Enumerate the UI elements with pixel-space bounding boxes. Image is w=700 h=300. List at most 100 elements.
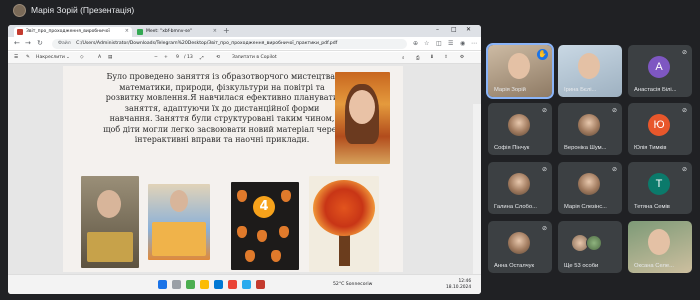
raised-hand-icon: ✋: [537, 49, 548, 60]
avatar: [508, 173, 530, 195]
page-text: Було проведено заняття із образотворчого…: [103, 72, 341, 144]
participant-name: Галина Слобо...: [494, 204, 537, 210]
forward-icon[interactable]: →: [25, 39, 31, 47]
split-icon[interactable]: ◫: [436, 40, 442, 47]
participant-name: Анастасія Білі...: [634, 87, 677, 93]
portrait-photo: [335, 72, 390, 164]
app-icon[interactable]: [256, 280, 265, 289]
draw-button[interactable]: Накреслити: [36, 55, 65, 60]
start-icon[interactable]: [158, 280, 167, 289]
chrome-icon[interactable]: [228, 280, 237, 289]
avatar: Ю: [648, 114, 670, 136]
favorites-icon[interactable]: ☰: [448, 40, 453, 47]
copilot-button[interactable]: Запитати в Copilot: [232, 55, 277, 60]
save-icon[interactable]: ⬇: [430, 55, 434, 60]
participant-tile[interactable]: ⊘ Софія Пінчук: [488, 103, 552, 155]
participant-name: Марія Зорій: [494, 87, 526, 93]
zoom-out-icon[interactable]: −: [154, 55, 158, 60]
avatar: Т: [648, 173, 670, 195]
participant-name: Ірина Бєлі...: [564, 87, 597, 93]
url-text: C:/Users/Administrator/Downloads/Telegra…: [76, 41, 338, 46]
participant-name: Оксана Селе...: [634, 263, 674, 269]
text-icon[interactable]: A: [98, 55, 101, 60]
edge-icon[interactable]: [214, 280, 223, 289]
mic-off-icon: ⊘: [541, 225, 547, 232]
shared-screen: Звіт_про_проходження_виробничої × Meet: …: [8, 25, 481, 294]
tab-pdf[interactable]: Звіт_про_проходження_виробничої ×: [14, 27, 132, 37]
star-icon[interactable]: ☆: [424, 40, 429, 47]
pen-icon[interactable]: ✎: [26, 55, 30, 60]
search-icon[interactable]: [172, 280, 181, 289]
weather-widget[interactable]: 52°C Sonnecoriw: [333, 282, 372, 287]
new-tab-icon[interactable]: +: [223, 26, 230, 35]
address-label: Файл: [58, 41, 71, 46]
participant-tile[interactable]: ⊘ Галина Слобо...: [488, 162, 552, 214]
autumn-tree-artwork: [309, 176, 379, 272]
counting-card: 4: [231, 182, 299, 270]
url-field[interactable]: Файл C:/Users/Administrator/Downloads/Te…: [52, 39, 407, 49]
avatar: [578, 114, 600, 136]
avatar: [508, 114, 530, 136]
toc-icon[interactable]: ☰: [14, 55, 18, 60]
lesson-photo-1: [81, 176, 139, 268]
participant-tile[interactable]: ⊘ Ю Юлія Тимків: [628, 103, 692, 155]
more-icon[interactable]: ⋯: [471, 40, 477, 47]
close-icon[interactable]: ×: [125, 28, 129, 34]
tab-meet[interactable]: Meet: "xbf-bmnv-se" ×: [134, 27, 220, 37]
reload-icon[interactable]: ↻: [37, 39, 43, 47]
zoom-in-icon[interactable]: +: [164, 55, 168, 60]
participant-tile[interactable]: ⊘ Т Тетяна Семів: [628, 162, 692, 214]
pdf-viewer: Було проведено заняття із образотворчого…: [8, 64, 481, 294]
mic-off-icon: ⊘: [541, 166, 547, 173]
meet-icon: [137, 29, 143, 35]
pdf-scrollbar[interactable]: [473, 104, 481, 294]
presenter-bar: Марія Зорій (Презентація): [0, 0, 700, 22]
participant-tile[interactable]: Ірина Бєлі...: [558, 45, 622, 97]
file-explorer-icon[interactable]: [200, 280, 209, 289]
participant-tile[interactable]: ⊘ Анна Осталчук: [488, 221, 552, 273]
pdf-page: Було проведено заняття із образотворчого…: [63, 66, 403, 272]
page-number-input[interactable]: 9: [176, 55, 179, 60]
eraser-icon[interactable]: ◇: [80, 55, 84, 60]
close-window-icon[interactable]: ✕: [466, 26, 471, 33]
participant-tile[interactable]: Оксана Селе...: [628, 221, 692, 273]
back-icon[interactable]: ←: [14, 39, 20, 47]
mic-off-icon: ⊘: [681, 107, 687, 114]
widgets-icon[interactable]: [186, 280, 195, 289]
browser-tabstrip: Звіт_про_проходження_виробничої × Meet: …: [8, 25, 481, 37]
participant-name: Юлія Тимків: [634, 145, 667, 151]
pdf-toolbar: ☰ ✎ Накреслити ⌄ ◇ A ▤ − + 9 / 13 ⤢ ⟲ За…: [8, 52, 481, 64]
zoom-icon[interactable]: ⊕: [413, 40, 418, 47]
chevron-down-icon[interactable]: ⌄: [66, 55, 70, 60]
minimize-icon[interactable]: –: [436, 26, 439, 33]
participant-name: Анна Осталчук: [494, 263, 535, 269]
mic-off-icon: ⊘: [681, 49, 687, 56]
participant-tile[interactable]: ✋ Марія Зорій: [486, 43, 554, 99]
number-badge: 4: [253, 196, 275, 218]
print-icon[interactable]: ⎙: [416, 55, 420, 61]
highlight-icon[interactable]: ▤: [108, 55, 112, 60]
settings-icon[interactable]: ⚙: [460, 55, 464, 60]
close-icon[interactable]: ×: [213, 28, 217, 34]
profile-icon[interactable]: ◉: [460, 40, 465, 47]
participant-name: Тетяна Семів: [634, 204, 670, 210]
maximize-icon[interactable]: □: [451, 26, 457, 33]
rotate-icon[interactable]: ⟲: [216, 55, 220, 60]
more-participants-tile[interactable]: Ще 53 особи: [558, 221, 622, 273]
clock[interactable]: 12:46 18.10.2024: [446, 279, 471, 291]
page-total: / 13: [184, 55, 193, 60]
search-icon[interactable]: ⌕: [402, 55, 405, 61]
presenter-avatar: [13, 4, 26, 17]
mic-off-icon: ⊘: [611, 107, 617, 114]
participant-tile[interactable]: ⊘ Марія Слезінс...: [558, 162, 622, 214]
windows-taskbar: 52°C Sonnecoriw 12:46 18.10.2024: [8, 274, 481, 294]
share-icon[interactable]: ⇪: [444, 55, 448, 60]
participant-tile[interactable]: ⊘ Вероніка Шум...: [558, 103, 622, 155]
tab-meet-label: Meet: "xbf-bmnv-se": [146, 29, 193, 34]
telegram-icon[interactable]: [242, 280, 251, 289]
participant-name: Вероніка Шум...: [564, 145, 607, 151]
presenter-name: Марія Зорій (Презентація): [31, 5, 135, 15]
participant-tile[interactable]: ⊘ А Анастасія Білі...: [628, 45, 692, 97]
fit-icon[interactable]: ⤢: [200, 55, 204, 61]
pdf-file-icon: [17, 29, 23, 35]
